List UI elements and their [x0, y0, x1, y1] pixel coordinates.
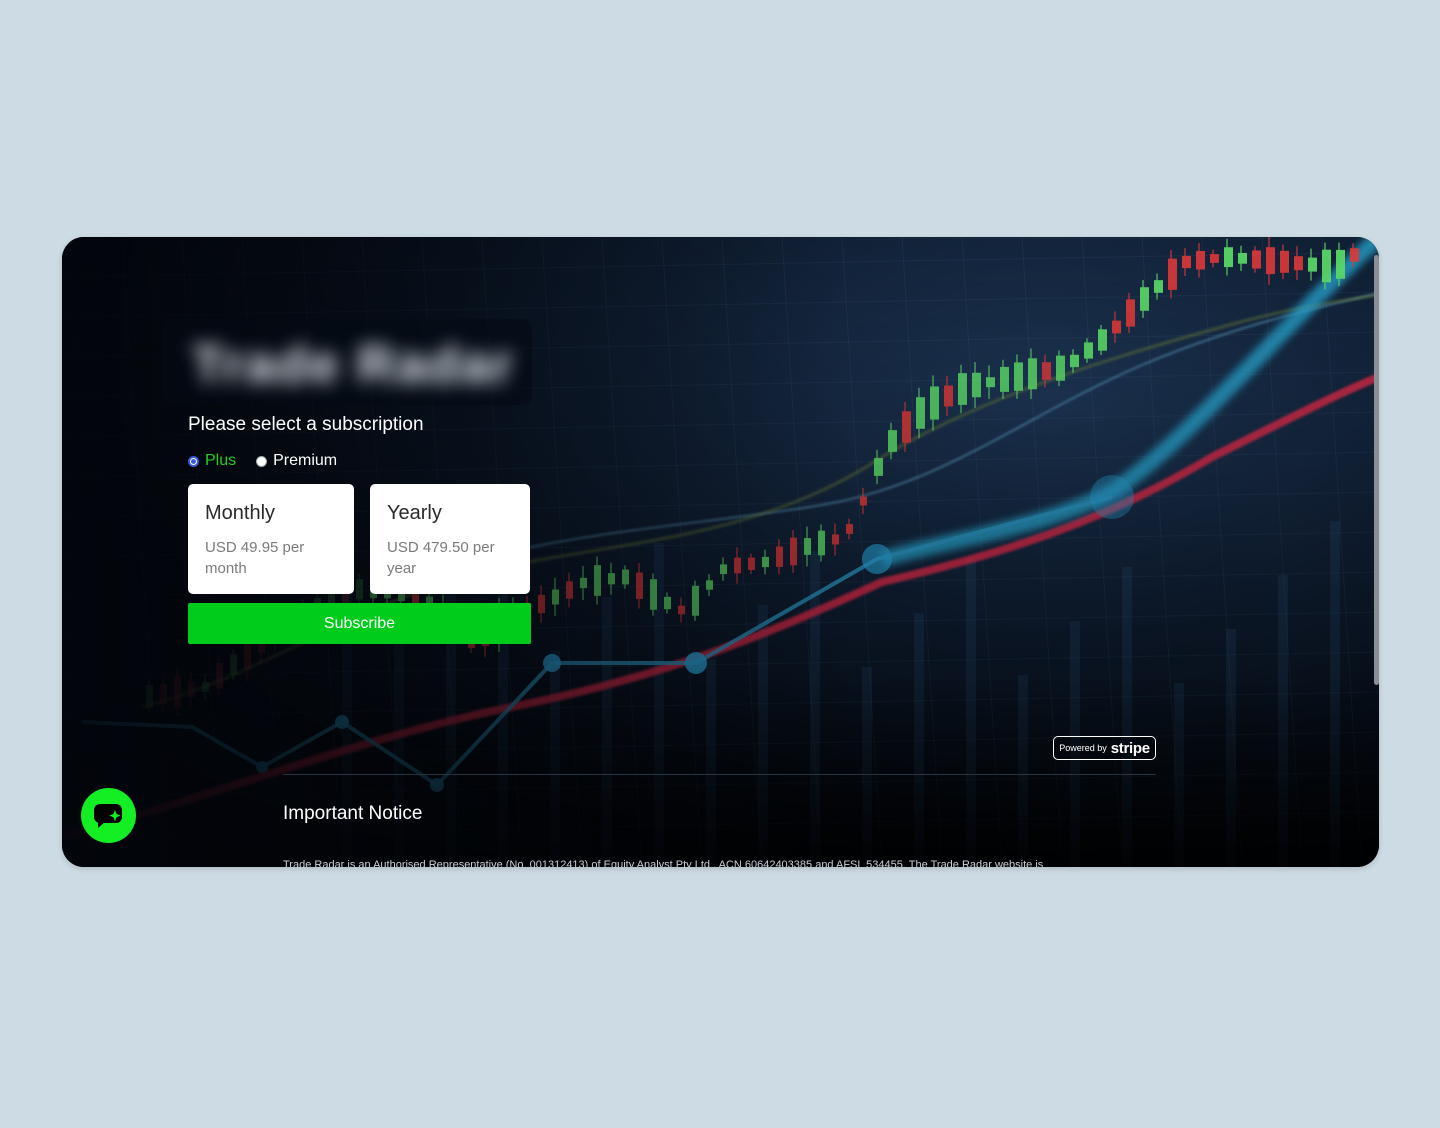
option-title: Yearly — [387, 502, 442, 524]
plan-label-plus: Plus — [205, 452, 237, 469]
important-notice-text: Trade Radar is an Authorised Representat… — [283, 859, 1044, 867]
plan-label-premium: Premium — [273, 452, 338, 469]
option-price: USD 49.95 per month — [205, 539, 305, 577]
logo-text: Trade Radar — [192, 336, 515, 394]
brand-logo: Trade Radar — [162, 319, 532, 405]
important-notice-title: Important Notice — [283, 803, 423, 824]
chat-sparkle-icon — [93, 803, 122, 828]
app-window: Trade Radar Please select a subscription… — [62, 237, 1379, 867]
plan-radio-premium[interactable]: Premium — [256, 452, 337, 470]
monthly-option-card[interactable]: Monthly USD 49.95 per month — [188, 484, 354, 594]
subscribe-button[interactable]: Subscribe — [188, 603, 531, 644]
plan-selector: Plus Premium — [188, 452, 337, 470]
powered-by-stripe-badge[interactable]: Powered by stripe — [1053, 736, 1156, 760]
yearly-option-card[interactable]: Yearly USD 479.50 per year — [370, 484, 530, 594]
option-title: Monthly — [205, 502, 276, 524]
option-price: USD 479.50 per year — [387, 539, 495, 577]
window-scrollbar[interactable] — [1374, 255, 1379, 685]
subscription-title: Please select a subscription — [188, 414, 424, 435]
radio-unchecked-icon[interactable] — [256, 455, 268, 467]
stripe-logo: stripe — [1110, 739, 1150, 757]
powered-by-label: Powered by — [1059, 743, 1107, 753]
chat-launcher-button[interactable] — [81, 788, 136, 843]
section-divider — [283, 774, 1156, 775]
radio-checked-icon[interactable] — [188, 455, 199, 467]
plan-radio-plus[interactable]: Plus — [188, 452, 236, 470]
